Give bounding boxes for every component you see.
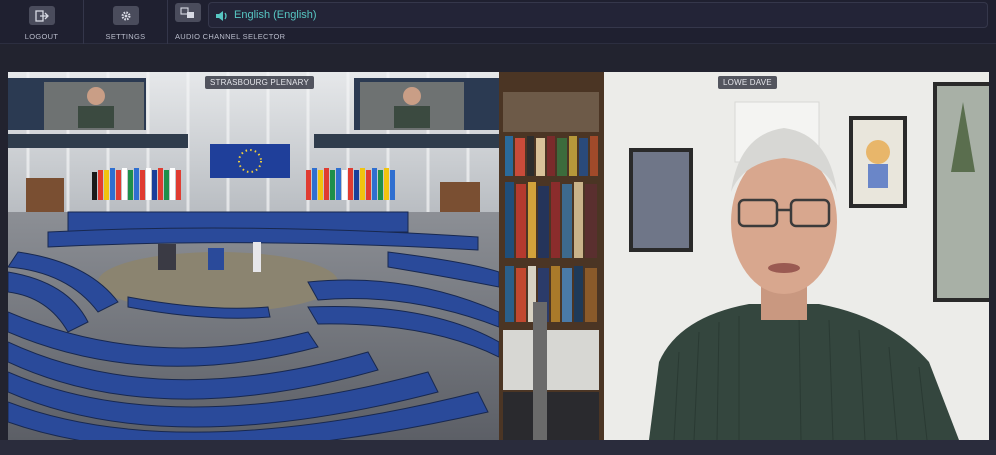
- speaker-icon: [215, 9, 229, 27]
- plenary-video-frame: [8, 72, 499, 440]
- audio-channel-selector: English (English) AUDIO CHANNEL SELECTOR: [168, 0, 996, 44]
- settings-label: SETTINGS: [105, 32, 146, 41]
- video-stage: STRASBOURG PLENARY LOWE DAVE: [0, 44, 996, 455]
- gear-icon: [112, 6, 139, 25]
- bottom-bar: [0, 440, 996, 455]
- settings-button[interactable]: SETTINGS: [84, 0, 168, 44]
- logout-label: LOGOUT: [24, 32, 59, 41]
- video-tile-strasbourg-plenary[interactable]: STRASBOURG PLENARY: [8, 72, 499, 440]
- audio-channel-value: English (English): [234, 9, 317, 21]
- video-tile-label: STRASBOURG PLENARY: [205, 76, 315, 89]
- logout-button[interactable]: LOGOUT: [0, 0, 84, 44]
- language-icon[interactable]: [175, 3, 201, 22]
- video-tile-lowe-dave[interactable]: LOWE DAVE: [499, 72, 989, 440]
- speaker-video-frame: [499, 72, 989, 440]
- audio-channel-label: AUDIO CHANNEL SELECTOR: [175, 32, 286, 41]
- logout-icon: [28, 6, 55, 25]
- top-toolbar: LOGOUT SETTINGS English (English) AUDIO …: [0, 0, 996, 44]
- audio-channel-dropdown[interactable]: English (English): [208, 2, 988, 28]
- video-tile-label: LOWE DAVE: [718, 76, 777, 89]
